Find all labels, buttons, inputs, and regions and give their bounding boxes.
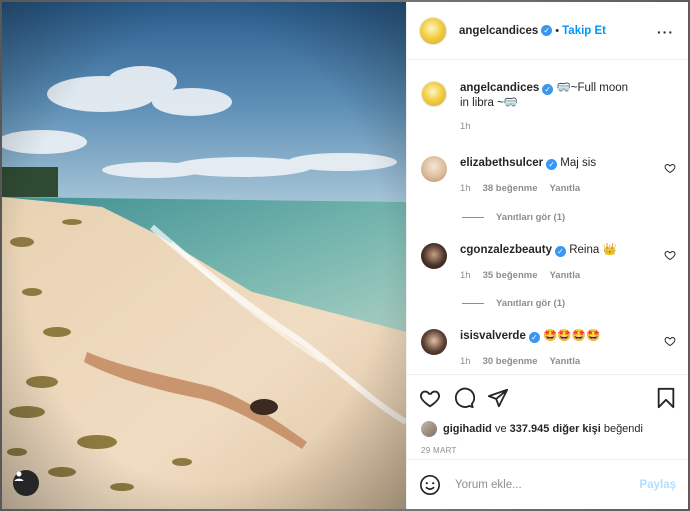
view-replies-button[interactable]: Yanıtları gör (1): [462, 212, 565, 223]
verified-badge-icon: ✓: [528, 332, 540, 343]
reply-button[interactable]: Yanıtla: [550, 356, 581, 367]
like-heart-icon[interactable]: [419, 387, 441, 409]
caption-username[interactable]: angelcandices: [460, 82, 539, 94]
avatar[interactable]: [421, 329, 447, 355]
reply-button[interactable]: Yanıtla: [550, 270, 581, 281]
post-date[interactable]: 29 MART: [421, 446, 457, 455]
comment-likes-count[interactable]: 30 beğenme: [483, 356, 538, 367]
view-replies-button[interactable]: Yanıtları gör (1): [462, 298, 565, 309]
avatar[interactable]: [421, 156, 447, 182]
replies-divider: [462, 303, 484, 304]
post-header: angelcandices ✓ • Takip Et: [407, 2, 688, 60]
likes-connector: ve: [494, 423, 507, 435]
comments-list[interactable]: angelcandices ✓ 🥽~Full moon in libra ~🥽 1…: [407, 61, 688, 373]
comment-text: 🤩🤩🤩🤩: [543, 330, 601, 342]
like-comment-heart-icon[interactable]: [664, 162, 676, 174]
beach-photo-graphic: [2, 2, 406, 509]
likes-suffix: beğendi: [603, 423, 643, 435]
caption-time[interactable]: 1h: [460, 121, 471, 132]
verified-badge-icon: ✓: [541, 25, 553, 36]
avatar[interactable]: [419, 16, 447, 45]
comment-meta: 1h 38 beğenme Yanıtla: [460, 181, 640, 196]
comment-bubble-icon[interactable]: [453, 387, 475, 409]
comment-time[interactable]: 1h: [460, 183, 471, 194]
comment-row: elizabethsulcer ✓ Maj sis 1h 38 beğenme Yan…: [421, 156, 676, 196]
comment-text: Maj sis: [560, 157, 597, 169]
view-replies-label: Yanıtları gör (1): [496, 298, 566, 309]
comment-meta: 1h 35 beğenme Yanıtla: [460, 268, 640, 283]
comment-username[interactable]: isisvalverde: [460, 330, 526, 342]
comment-likes-count[interactable]: 35 beğenme: [483, 270, 538, 281]
header-separator: •: [555, 24, 560, 37]
caption-text-block: angelcandices ✓ 🥽~Full moon in libra ~🥽 1…: [460, 81, 640, 134]
verified-badge-icon: ✓: [555, 246, 567, 257]
comment-input[interactable]: Yorum ekle...: [455, 479, 640, 491]
verified-badge-icon: ✓: [546, 159, 558, 170]
replies-divider: [462, 217, 484, 218]
avatar[interactable]: [421, 81, 447, 107]
caption-row: angelcandices ✓ 🥽~Full moon in libra ~🥽 1…: [421, 81, 676, 134]
like-comment-heart-icon[interactable]: [664, 249, 676, 261]
likes-count[interactable]: 337.945 diğer kişi: [510, 423, 601, 435]
post-actions: gigihadid ve 337.945 diğer kişi beğendi …: [407, 374, 688, 458]
author-username[interactable]: angelcandices: [459, 25, 538, 37]
comment-row: cgonzalezbeauty ✓ Reina 👑 1h 35 beğenme Yan…: [421, 243, 676, 283]
likes-summary[interactable]: gigihadid ve 337.945 diğer kişi beğendi: [421, 421, 643, 437]
view-replies-label: Yanıtları gör (1): [496, 212, 566, 223]
user-tag-icon[interactable]: [13, 470, 39, 496]
comment-username[interactable]: cgonzalezbeauty: [460, 244, 552, 256]
comment-text: Reina 👑: [569, 244, 617, 256]
post-comment-button[interactable]: Paylaş: [640, 479, 676, 491]
emoji-picker-icon[interactable]: [419, 474, 441, 496]
comment-row: isisvalverde ✓ 🤩🤩🤩🤩 1h 30 beğenme Yanıtla: [421, 329, 676, 369]
reply-button[interactable]: Yanıtla: [550, 183, 581, 194]
caption-meta: 1h: [460, 119, 640, 134]
verified-badge-icon: ✓: [542, 84, 554, 95]
like-comment-heart-icon[interactable]: [664, 335, 676, 347]
share-paper-plane-icon[interactable]: [487, 387, 509, 409]
post-photo[interactable]: [2, 2, 406, 509]
avatar[interactable]: [421, 421, 437, 437]
follow-button[interactable]: Takip Et: [562, 25, 606, 37]
comment-likes-count[interactable]: 38 beğenme: [483, 183, 538, 194]
mask-emoji-icon: 🥽: [556, 82, 571, 94]
comment-text-block: elizabethsulcer ✓ Maj sis 1h 38 beğenme Yan…: [460, 156, 640, 196]
save-bookmark-icon[interactable]: [656, 387, 676, 409]
more-options-icon[interactable]: ···: [657, 25, 674, 39]
add-comment-bar: Yorum ekle... Paylaş: [407, 459, 688, 509]
comment-text-block: cgonzalezbeauty ✓ Reina 👑 1h 35 beğenme Yan…: [460, 243, 640, 283]
avatar[interactable]: [421, 243, 447, 269]
post-side-panel: angelcandices ✓ • Takip Et ··· angelcand…: [406, 2, 688, 509]
comment-time[interactable]: 1h: [460, 356, 471, 367]
likes-user[interactable]: gigihadid: [443, 423, 492, 435]
comment-username[interactable]: elizabethsulcer: [460, 157, 543, 169]
comment-meta: 1h 30 beğenme Yanıtla: [460, 354, 640, 369]
comment-text-block: isisvalverde ✓ 🤩🤩🤩🤩 1h 30 beğenme Yanıtla: [460, 329, 640, 369]
mask-emoji-icon: 🥽: [503, 97, 519, 109]
post-modal: angelcandices ✓ • Takip Et ··· angelcand…: [2, 2, 688, 509]
comment-time[interactable]: 1h: [460, 270, 471, 281]
